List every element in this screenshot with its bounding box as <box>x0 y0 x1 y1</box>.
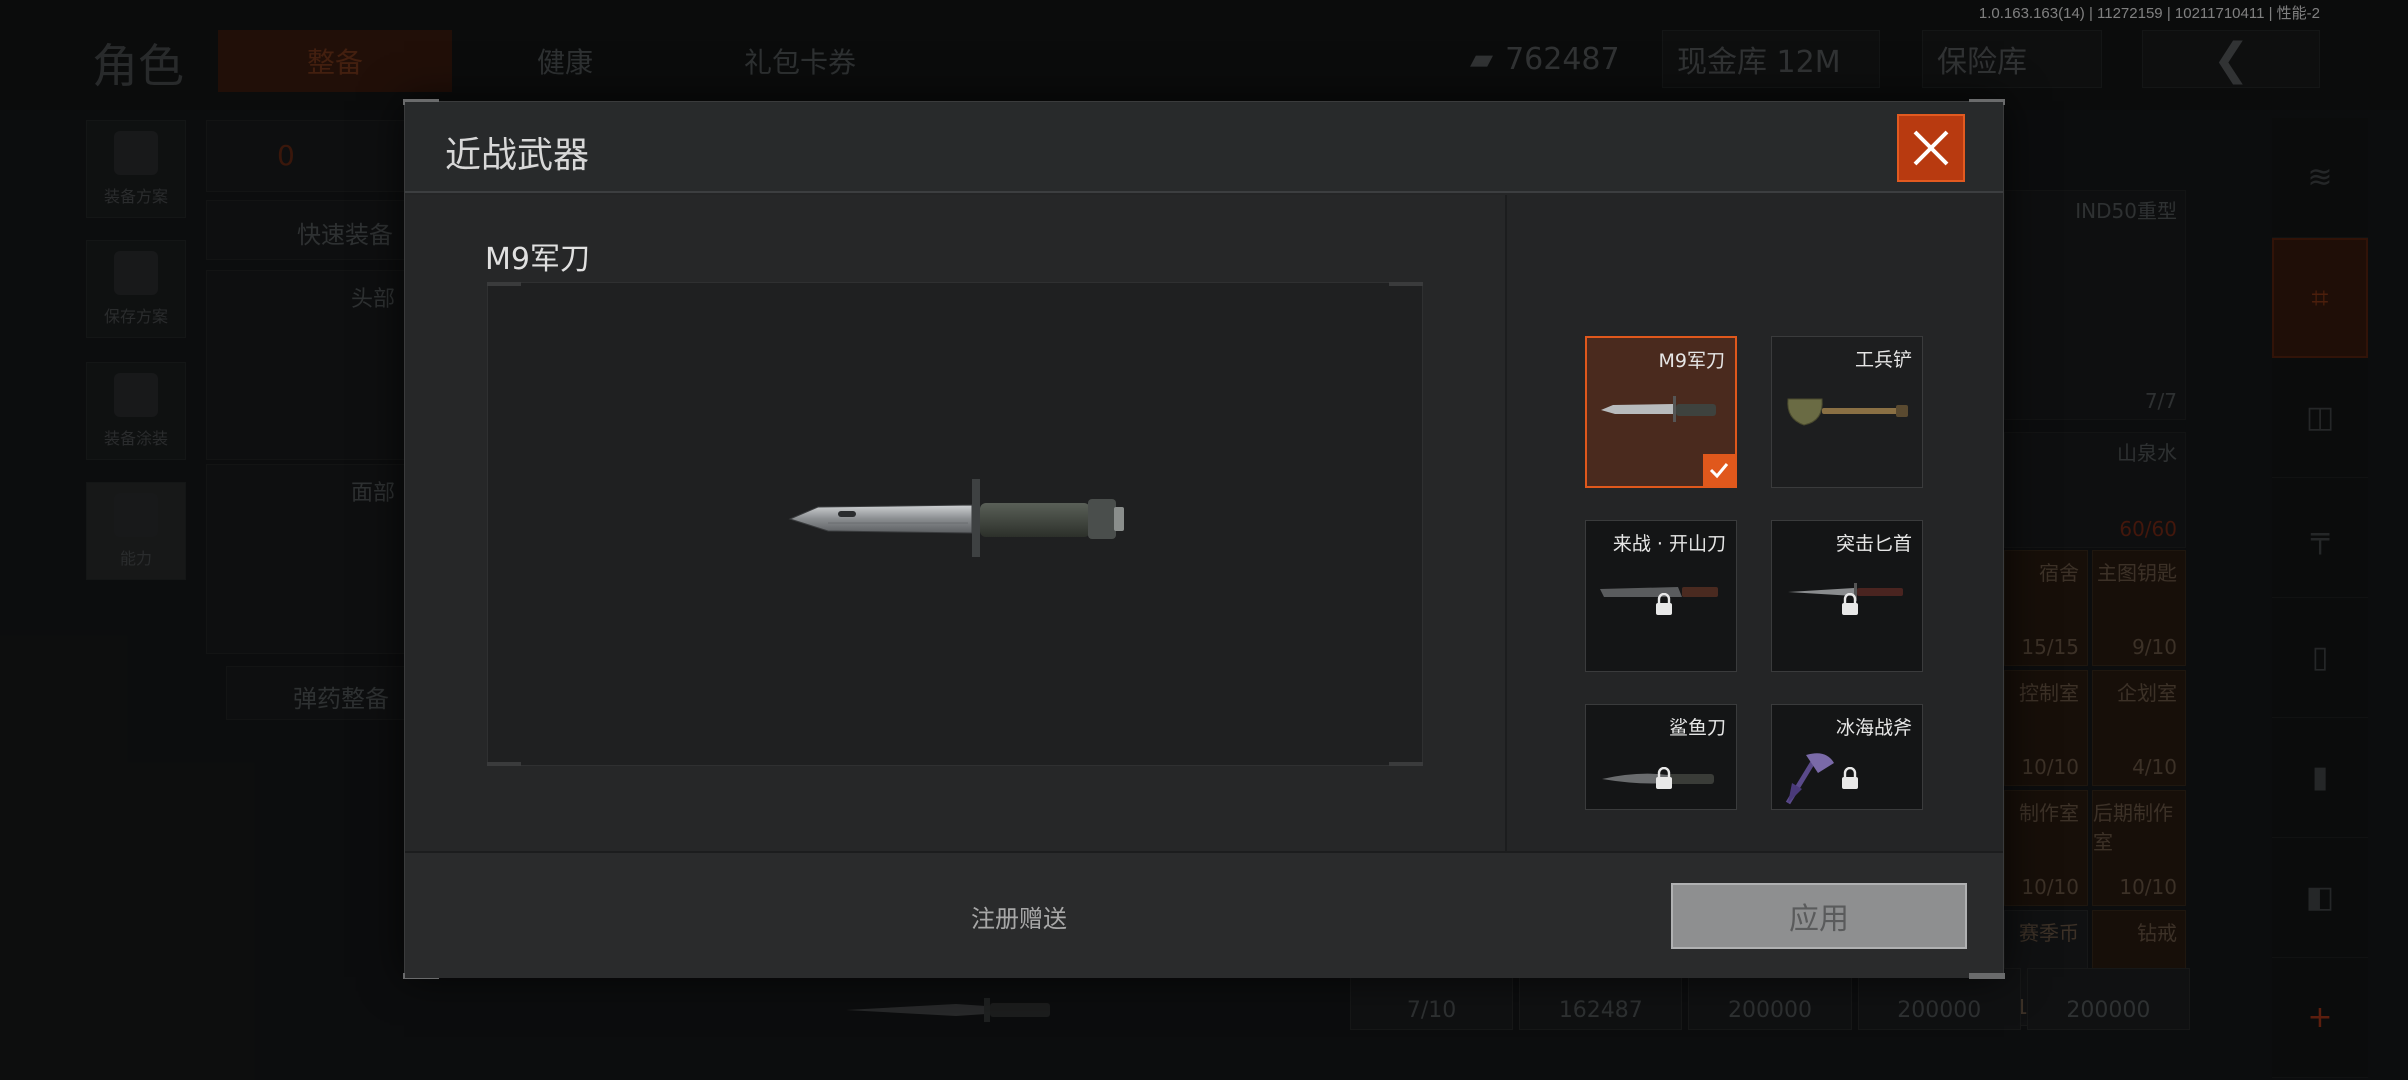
shovel-icon <box>1787 398 1908 426</box>
weapon-card-shovel[interactable]: 工兵铲 <box>1771 336 1923 488</box>
m9-bayonet-preview-image <box>788 479 1124 557</box>
close-icon <box>1913 130 1949 166</box>
lock-icon <box>1656 767 1672 789</box>
frame-tick <box>487 762 521 766</box>
dialog-header: 近战武器 <box>405 102 2003 193</box>
weapon-card-label: 冰海战斧 <box>1835 717 1912 739</box>
weapon-card-shark-knife[interactable]: 鲨鱼刀 <box>1585 704 1737 810</box>
panel-divider <box>1505 195 1507 851</box>
apply-button[interactable]: 应用 <box>1671 883 1967 949</box>
lock-icon <box>1842 593 1858 615</box>
weapon-card-label: 突击匕首 <box>1835 533 1912 555</box>
lock-icon <box>1656 593 1672 615</box>
axe-icon <box>1785 753 1834 805</box>
frame-tick <box>487 282 521 286</box>
selected-weapon-name: M9军刀 <box>485 242 590 277</box>
weapon-card-dagger[interactable]: 突击匕首 <box>1771 520 1923 672</box>
acquire-source-text: 注册赠送 <box>971 905 1067 933</box>
weapon-card-label: 工兵铲 <box>1854 349 1912 371</box>
weapon-card-label: M9军刀 <box>1658 350 1725 372</box>
weapon-card-ice-axe[interactable]: 冰海战斧 <box>1771 704 1923 810</box>
selected-check-icon <box>1703 454 1735 486</box>
knife-icon <box>1601 396 1716 422</box>
weapon-card-machete[interactable]: 来战 · 开山刀 <box>1585 520 1737 672</box>
weapon-card-label: 鲨鱼刀 <box>1668 717 1726 739</box>
close-button[interactable] <box>1897 114 1965 182</box>
weapon-card-label: 来战 · 开山刀 <box>1612 533 1726 555</box>
dialog-title: 近战武器 <box>445 135 590 176</box>
frame-tick <box>1389 762 1423 766</box>
weapon-preview-box <box>487 282 1423 766</box>
lock-icon <box>1842 767 1858 789</box>
dialog-footer: 注册赠送 应用 <box>405 851 2003 978</box>
weapon-card-m9[interactable]: M9军刀 <box>1585 336 1737 488</box>
melee-weapon-dialog: 近战武器 M9军刀 M9军刀 工兵铲 来战 · 开山刀 突击匕首 鲨鱼刀 冰海战… <box>403 99 2005 979</box>
frame-tick <box>1389 282 1423 286</box>
